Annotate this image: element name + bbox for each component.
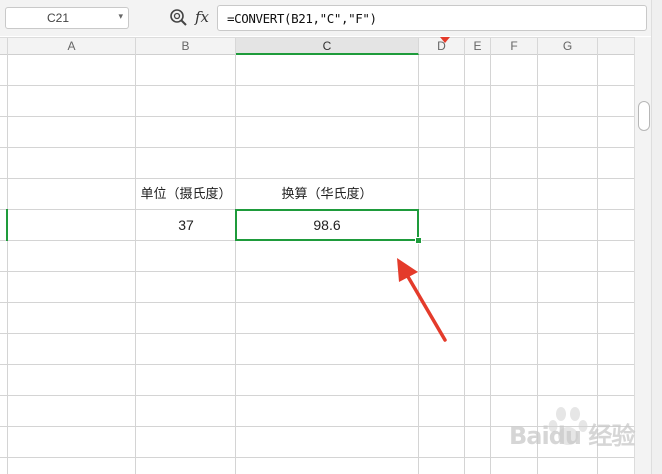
watermark-logo: Baidu 经验 [505, 400, 645, 456]
grid-line [490, 55, 491, 474]
row-selection-marker [6, 209, 8, 241]
formula-input[interactable]: =CONVERT(B21,"C","F") [217, 5, 647, 31]
column-header-c[interactable]: C [236, 38, 419, 55]
grid-line [0, 302, 634, 303]
grid-line [0, 271, 634, 272]
grid-line [418, 55, 419, 474]
comment-marker-icon [440, 37, 450, 43]
zoom-icon[interactable] [169, 8, 189, 28]
grid-line [464, 55, 465, 474]
select-all-corner[interactable] [0, 38, 8, 55]
watermark-text: Baidu 经验 [509, 422, 635, 450]
fill-handle[interactable] [415, 237, 422, 244]
grid-line [0, 147, 634, 148]
grid-line [0, 457, 634, 458]
scrollbar-thumb[interactable] [638, 101, 650, 131]
fx-icon[interactable]: fx [195, 8, 209, 26]
column-header-f[interactable]: F [491, 38, 538, 55]
grid-line [0, 395, 634, 396]
side-toolbar [651, 0, 662, 474]
cell-b21[interactable]: 37 [136, 210, 236, 240]
column-header-e[interactable]: E [465, 38, 491, 55]
grid-line [0, 85, 634, 86]
grid-line [7, 55, 8, 474]
name-box[interactable]: C21 ▾ [5, 7, 129, 29]
cell-c20[interactable]: 换算（华氏度） [236, 179, 418, 209]
formula-bar: C21 ▾ fx =CONVERT(B21,"C","F") [0, 0, 662, 36]
name-box-value: C21 [46, 11, 69, 25]
grid-line [0, 364, 634, 365]
grid-line [135, 55, 136, 474]
column-header-b[interactable]: B [136, 38, 236, 55]
grid-line [0, 116, 634, 117]
column-header: A B C D E F G [0, 37, 634, 55]
selected-cell-border [235, 209, 419, 241]
formula-text: =CONVERT(B21,"C","F") [227, 11, 377, 26]
column-header-h[interactable] [598, 38, 634, 55]
grid-line [235, 55, 236, 474]
chevron-down-icon[interactable]: ▾ [118, 11, 123, 22]
cell-b20[interactable]: 单位（摄氏度） [136, 179, 236, 209]
grid-line [0, 333, 634, 334]
column-header-a[interactable]: A [8, 38, 136, 55]
column-header-g[interactable]: G [538, 38, 598, 55]
